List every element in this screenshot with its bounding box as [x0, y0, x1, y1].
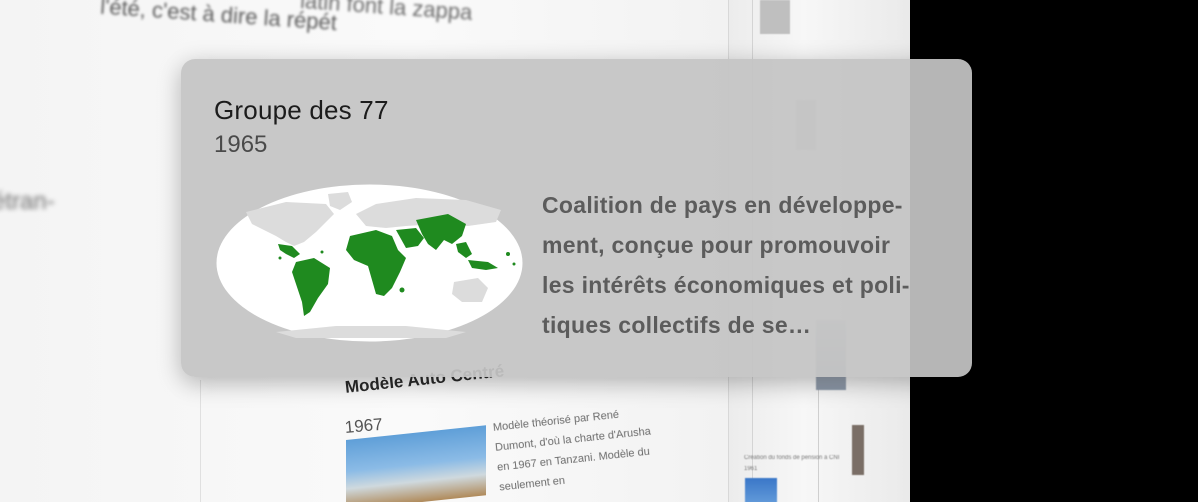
description-line: Coalition de pays en développe-	[542, 192, 903, 218]
side-entry-year: 1961	[744, 466, 758, 472]
thumbnail-image[interactable]	[745, 478, 777, 502]
popover-title: Groupe des 77	[214, 95, 389, 125]
column-divider	[200, 380, 201, 502]
popover-year: 1965	[214, 131, 268, 158]
timeline-scene: latin font la zappa l'été, c'est à dire …	[0, 0, 1198, 502]
world-map-image	[216, 184, 523, 342]
entry-year: 1967	[344, 414, 384, 437]
description-line: ment, conçue pour promouvoir	[542, 232, 891, 258]
background-text: étran-	[0, 188, 55, 215]
popover-description: Coalition de pays en développe- ment, co…	[542, 185, 957, 345]
event-popover[interactable]: Groupe des 77 1965 Coalition de pays en …	[181, 59, 972, 377]
column-divider	[818, 380, 819, 502]
thumbnail-image[interactable]	[760, 0, 790, 34]
description-line: les intérêts économiques et poli-	[542, 272, 910, 298]
description-line: tiques collectifs de se…	[542, 312, 812, 338]
side-entry-title: Création du fonds de pension à CNI	[744, 455, 840, 461]
thumbnail-image[interactable]	[852, 425, 864, 475]
entry-photo[interactable]	[346, 425, 486, 502]
